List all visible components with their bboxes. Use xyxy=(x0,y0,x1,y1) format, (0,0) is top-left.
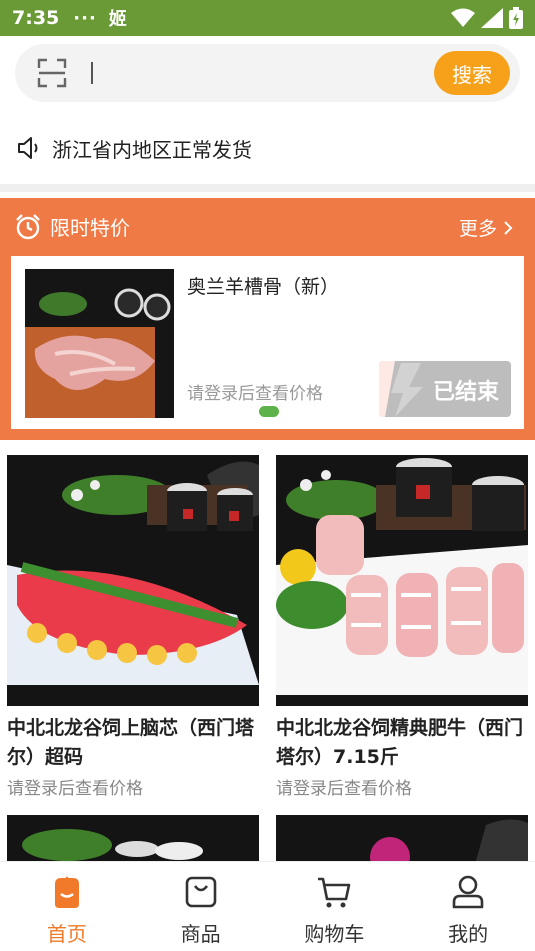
search-input[interactable] xyxy=(91,62,93,84)
wifi-icon xyxy=(451,8,475,27)
sale-ended-label: 已结束 xyxy=(432,380,499,405)
bottom-navigation: 首页 商品 购物车 我的 xyxy=(0,861,535,951)
search-button[interactable]: 搜索 xyxy=(434,51,510,95)
lightning-icon xyxy=(379,361,423,417)
nav-label: 购物车 xyxy=(304,922,365,946)
bag-icon xyxy=(185,876,216,908)
product-image[interactable] xyxy=(276,815,528,861)
nav-label: 我的 xyxy=(448,922,489,946)
home-icon xyxy=(54,876,79,908)
product-card[interactable]: 中北北龙谷饲精典肥牛（西门塔尔）7.15斤 请登录后查看价格 xyxy=(276,455,528,799)
user-icon xyxy=(452,875,484,909)
shipping-notice: 浙江省内地区正常发货 xyxy=(16,130,252,166)
speaker-icon xyxy=(18,137,38,159)
notice-text: 浙江省内地区正常发货 xyxy=(52,137,252,162)
nav-item-cart[interactable]: 购物车 xyxy=(268,862,402,951)
signal-icon xyxy=(481,8,503,28)
nav-label: 首页 xyxy=(46,922,87,946)
scan-icon[interactable] xyxy=(37,58,67,88)
nav-item-mine[interactable]: 我的 xyxy=(401,862,535,951)
status-indicators xyxy=(451,7,523,29)
sale-ended-badge: 已结束 xyxy=(379,361,511,417)
nav-item-products[interactable]: 商品 xyxy=(134,862,268,951)
more-label: 更多 xyxy=(458,218,497,240)
product-image xyxy=(276,455,528,706)
flash-item-price-hint: 请登录后查看价格 xyxy=(187,384,323,404)
flash-item-name: 奥兰羊槽骨（新） xyxy=(187,276,340,298)
cart-icon xyxy=(318,877,351,908)
product-card[interactable]: 中北北龙谷饲上脑芯（西门塔尔）超码 请登录后查看价格 xyxy=(7,455,259,799)
flash-sale-more-link[interactable]: 更多 xyxy=(459,214,513,241)
carousel-indicator xyxy=(259,406,279,417)
product-price-hint: 请登录后查看价格 xyxy=(276,779,412,799)
product-title: 中北北龙谷饲上脑芯（西门塔尔）超码 xyxy=(7,717,255,768)
nav-item-home[interactable]: 首页 xyxy=(0,862,134,951)
product-image[interactable] xyxy=(7,815,259,861)
product-price-hint: 请登录后查看价格 xyxy=(7,779,143,799)
alarm-clock-icon xyxy=(16,213,40,239)
status-dots: ··· xyxy=(73,7,97,29)
status-time: 7:35 xyxy=(12,7,60,29)
product-title: 中北北龙谷饲精典肥牛（西门塔尔）7.15斤 xyxy=(276,717,524,768)
flash-sale-title: 限时特价 xyxy=(50,216,130,240)
battery-icon xyxy=(509,7,523,29)
flash-sale-header: 限时特价 xyxy=(14,212,130,241)
search-bar: 搜索 xyxy=(15,44,520,102)
status-app-glyph: 姬 xyxy=(108,9,127,30)
section-divider xyxy=(0,184,535,192)
product-image xyxy=(7,455,259,706)
nav-label: 商品 xyxy=(180,922,221,946)
status-bar: 7:35 ··· 姬 xyxy=(0,0,535,36)
flash-sale-section: 限时特价 更多 奥兰羊槽骨（新） 请登录后查看价格 已结束 xyxy=(0,198,535,440)
chevron-right-icon xyxy=(504,220,513,235)
product-image xyxy=(25,269,174,418)
flash-sale-item[interactable]: 奥兰羊槽骨（新） 请登录后查看价格 已结束 xyxy=(11,256,524,429)
